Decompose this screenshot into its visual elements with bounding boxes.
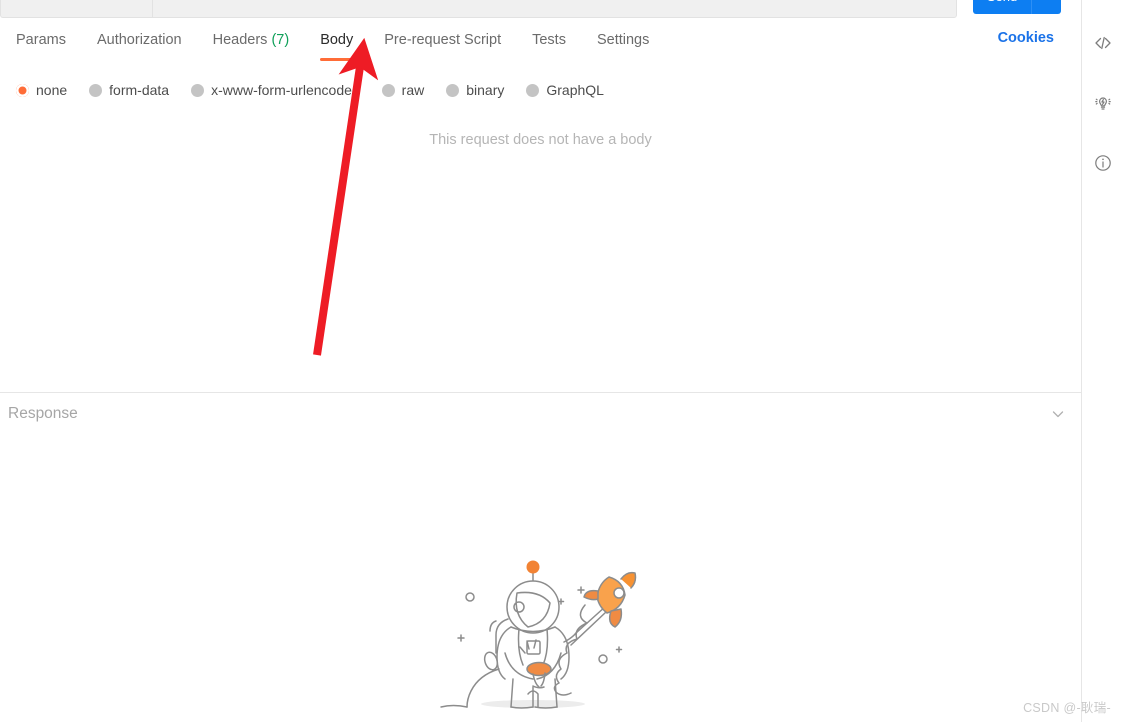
right-sidebar-rail — [1081, 0, 1123, 722]
radio-dot-icon — [191, 83, 205, 97]
radio-label: none — [36, 82, 68, 98]
request-url-bar — [0, 0, 1081, 18]
tab-label: Body — [320, 31, 354, 48]
send-button[interactable]: Send — [973, 0, 1031, 14]
response-panel: Response — [0, 393, 1081, 722]
body-empty-message: This request does not have a body — [429, 132, 652, 148]
response-collapse-chevron-down-icon[interactable] — [1049, 405, 1067, 428]
radio-dot-icon — [526, 83, 540, 97]
radio-dot-icon — [381, 83, 395, 97]
radio-dot-icon — [16, 83, 29, 97]
http-method-dropdown[interactable] — [0, 0, 152, 18]
radio-label: binary — [466, 82, 505, 98]
response-title: Response — [8, 405, 78, 422]
radio-label: raw — [401, 82, 425, 98]
body-type-x-www-form-urlencoded[interactable]: x-www-form-urlencoded — [191, 82, 360, 98]
body-type-form-data[interactable]: form-data — [89, 82, 169, 98]
tab-tests[interactable]: Tests — [532, 30, 566, 61]
code-icon[interactable] — [1088, 28, 1118, 58]
postman-request-response-view: Send Params Authorization Headers (7) Bo… — [0, 0, 1123, 722]
lightbulb-bolt-icon[interactable] — [1088, 88, 1118, 118]
response-empty-state: Click Send to get a response — [0, 435, 1081, 722]
tab-authorization[interactable]: Authorization — [97, 30, 182, 61]
tab-headers[interactable]: Headers (7) — [213, 30, 290, 61]
request-body-panel: This request does not have a body — [0, 104, 1081, 393]
send-options-chevron-down-icon[interactable] — [1031, 0, 1061, 14]
tab-label: Pre-request Script — [384, 31, 502, 48]
tab-label: Authorization — [96, 31, 182, 48]
radio-dot-icon — [89, 83, 103, 97]
tab-params[interactable]: Params — [16, 30, 66, 61]
request-tabs: Params Authorization Headers (7) Body Pr… — [0, 26, 1081, 64]
info-circle-icon[interactable] — [1088, 148, 1118, 178]
tab-label: Tests — [532, 31, 566, 48]
radio-label: form-data — [109, 82, 170, 98]
radio-label: x-www-form-urlencoded — [211, 82, 360, 98]
tab-label: Headers — [212, 31, 268, 48]
astronaut-rocket-icon — [433, 549, 648, 714]
csdn-watermark: CSDN @-耿瑞- — [1023, 701, 1111, 715]
body-type-radio-group: none form-data x-www-form-urlencoded raw… — [0, 76, 1081, 104]
radio-dot-icon — [446, 83, 460, 97]
request-url-input[interactable] — [152, 0, 957, 18]
send-button-group: Send — [973, 0, 1061, 14]
body-type-binary[interactable]: binary — [446, 82, 504, 98]
radio-label: GraphQL — [546, 82, 604, 98]
response-header: Response — [0, 393, 1081, 435]
body-type-raw[interactable]: raw — [381, 82, 425, 98]
body-type-graphql[interactable]: GraphQL — [526, 82, 604, 98]
tab-settings[interactable]: Settings — [597, 30, 649, 61]
response-empty-illustration-wrap: Click Send to get a response — [0, 549, 1081, 722]
tab-label: Settings — [596, 31, 650, 48]
headers-count-badge: (7) — [271, 31, 290, 48]
tab-label: Params — [16, 31, 66, 48]
cookies-link[interactable]: Cookies — [998, 30, 1054, 46]
body-type-none[interactable]: none — [16, 82, 67, 98]
active-tab-underline — [320, 58, 354, 61]
tab-body[interactable]: Body — [320, 30, 354, 61]
tab-pre-request-script[interactable]: Pre-request Script — [384, 30, 501, 61]
